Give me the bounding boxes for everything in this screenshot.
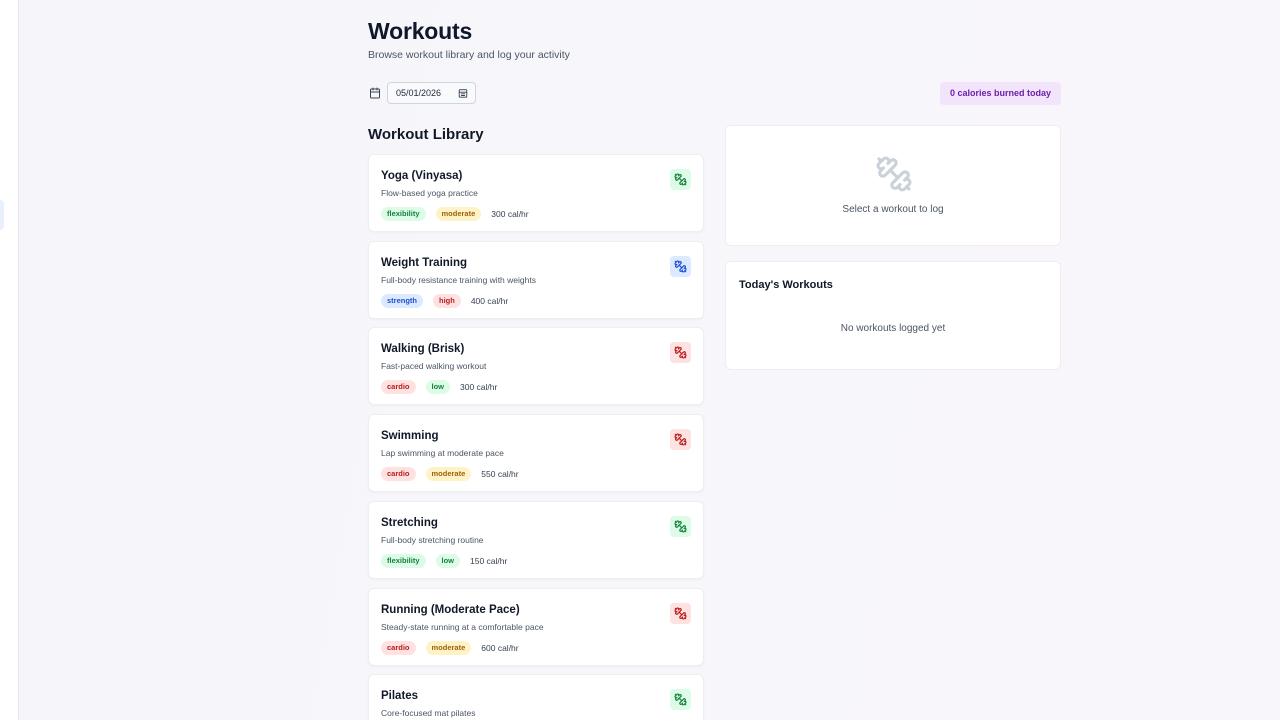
category-tag: flexibility: [381, 553, 426, 568]
workout-card[interactable]: Swimming Lap swimming at moderate pace car…: [368, 414, 704, 492]
intensity-tag: moderate: [425, 640, 472, 655]
workout-tags: cardio low 300 cal/hr: [381, 379, 497, 394]
intensity-tag: moderate: [435, 206, 482, 221]
category-tag: flexibility: [381, 206, 426, 221]
workout-description: Core-focused mat pilates: [381, 708, 476, 718]
calorie-rate: 300 cal/hr: [460, 381, 498, 392]
category-tag: cardio: [381, 640, 416, 655]
workout-tags: flexibility moderate 300 cal/hr: [381, 206, 529, 221]
calorie-rate: 600 cal/hr: [481, 642, 519, 653]
no-workouts-message: No workouts logged yet: [840, 323, 946, 334]
category-tag: cardio: [381, 466, 416, 481]
workout-description: Lap swimming at moderate pace: [381, 448, 504, 458]
sidebar: [0, 0, 19, 720]
calendar-icon: [368, 86, 381, 99]
calorie-rate: 550 cal/hr: [481, 468, 519, 479]
dumbbell-icon[interactable]: [670, 256, 691, 277]
calories-burned-badge: 0 calories burned today: [939, 82, 1061, 105]
calorie-rate: 150 cal/hr: [470, 555, 508, 566]
workout-name: Running (Moderate Pace): [381, 604, 520, 616]
workout-name: Pilates: [381, 690, 419, 702]
workout-description: Full-body stretching routine: [381, 535, 484, 545]
sidebar-active-indicator[interactable]: [0, 200, 4, 230]
workout-name: Weight Training: [381, 257, 468, 269]
page-title: Workouts: [368, 18, 473, 44]
workout-name: Stretching: [381, 517, 438, 529]
workout-card[interactable]: Running (Moderate Pace) Steady-state runn…: [368, 588, 704, 666]
page-subtitle: Browse workout library and log your acti…: [368, 49, 570, 61]
workout-tags: strength high 400 cal/hr: [381, 293, 508, 308]
dumbbell-icon[interactable]: [670, 342, 691, 363]
todays-workouts-panel: Today's Workouts No workouts logged yet: [725, 261, 1061, 370]
dumbbell-icon[interactable]: [670, 516, 691, 537]
calorie-rate: 400 cal/hr: [470, 295, 509, 306]
date-row: 05/01/2026 0 calories burned today: [368, 82, 1061, 105]
intensity-tag: low: [435, 553, 461, 568]
workout-tags: cardio moderate 600 cal/hr: [381, 640, 519, 655]
intensity-tag: high: [433, 293, 461, 308]
workout-library-heading: Workout Library: [368, 126, 484, 143]
workout-description: Fast-paced walking workout: [381, 361, 487, 371]
category-tag: cardio: [381, 379, 416, 394]
calendar-picker-icon[interactable]: [457, 87, 468, 98]
workout-log-panel: Select a workout to log: [725, 125, 1061, 246]
dumbbell-icon[interactable]: [670, 429, 691, 450]
workout-description: Steady-state running at a comfortable pa…: [381, 622, 544, 632]
workout-description: Full-body resistance training with weigh…: [381, 275, 536, 285]
workout-card[interactable]: Pilates Core-focused mat pilates: [368, 674, 704, 720]
workout-tags: flexibility low 150 cal/hr: [381, 553, 507, 568]
workout-card[interactable]: Weight Training Full-body resistance trai…: [368, 241, 704, 319]
workout-card[interactable]: Yoga (Vinyasa) Flow-based yoga practice fl…: [368, 154, 704, 232]
workout-card[interactable]: Stretching Full-body stretching routine fl…: [368, 501, 704, 579]
dumbbell-icon[interactable]: [670, 689, 691, 710]
intensity-tag: low: [425, 379, 451, 394]
dumbbell-icon[interactable]: [670, 169, 691, 190]
dumbbell-icon[interactable]: [670, 603, 691, 624]
category-tag: strength: [381, 293, 423, 308]
workout-tags: cardio moderate 550 cal/hr: [381, 466, 519, 481]
workout-card[interactable]: Walking (Brisk) Fast-paced walking workou…: [368, 327, 704, 405]
workout-description: Flow-based yoga practice: [381, 188, 478, 198]
workout-name: Yoga (Vinyasa): [381, 170, 463, 182]
intensity-tag: moderate: [425, 466, 472, 481]
workout-name: Swimming: [381, 430, 439, 442]
todays-workouts-title: Today's Workouts: [739, 279, 833, 291]
select-workout-prompt: Select a workout to log: [842, 204, 944, 215]
dumbbell-icon: [875, 155, 913, 193]
calorie-rate: 300 cal/hr: [491, 208, 529, 219]
workout-name: Walking (Brisk): [381, 343, 465, 355]
